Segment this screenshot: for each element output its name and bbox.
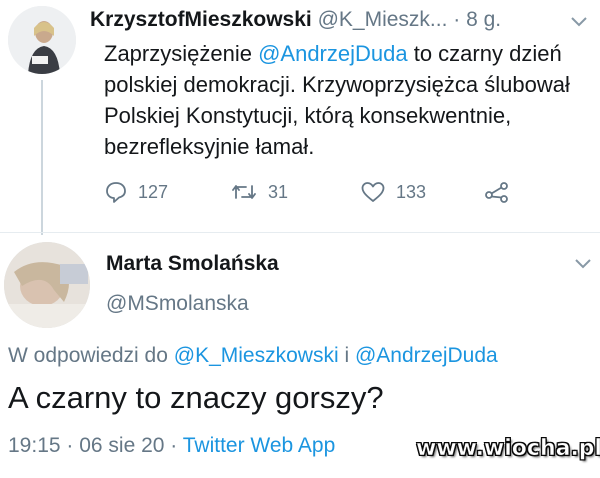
replying-to-user-1[interactable]: @K_Mieszkowski [174, 344, 339, 367]
replying-to: W odpowiedzi do @K_Mieszkowski i @Andrze… [8, 344, 498, 368]
tweet-time[interactable]: · 8 g. [453, 8, 501, 31]
reply-author-handle[interactable]: @MSmolanska [106, 292, 249, 316]
replying-to-prefix: W odpowiedzi do [8, 344, 174, 367]
author-name[interactable]: KrzysztofMieszkowski [90, 8, 312, 31]
like-count: 133 [396, 181, 427, 202]
thread-line [41, 80, 43, 235]
reply-count: 127 [138, 181, 169, 202]
reply-action[interactable]: 127 [104, 180, 168, 204]
reply-icon [104, 180, 128, 204]
divider [0, 232, 600, 233]
author-handle[interactable]: @K_Mieszk... [318, 8, 448, 31]
share-icon[interactable] [484, 180, 510, 209]
reply-author-name[interactable]: Marta Smolańska [106, 252, 279, 276]
tweet-meta: 19:15 · 06 sie 20 · Twitter Web App [8, 434, 335, 458]
source-link[interactable]: Twitter Web App [183, 434, 336, 457]
replying-to-user-2[interactable]: @AndrzejDuda [355, 344, 498, 367]
reply-author-avatar[interactable] [4, 242, 90, 328]
tweet-text-start: Zaprzysiężenie [104, 41, 259, 66]
retweet-icon [230, 180, 258, 204]
retweet-count: 31 [268, 181, 289, 202]
heart-icon [360, 180, 386, 204]
tweet-header: KrzysztofMieszkowski @K_Mieszk... · 8 g. [90, 8, 560, 36]
author-avatar[interactable] [8, 6, 76, 74]
chevron-down-icon[interactable] [574, 258, 592, 270]
retweet-action[interactable]: 31 [230, 180, 288, 204]
reply-text: A czarny to znaczy gorszy? [8, 380, 384, 415]
like-action[interactable]: 133 [360, 180, 426, 204]
timestamp[interactable]: 19:15 · 06 sie 20 · [8, 434, 183, 457]
chevron-down-icon[interactable] [570, 16, 588, 28]
watermark: www.wiocha.pl [416, 436, 600, 462]
replying-to-sep: i [338, 344, 355, 367]
tweet-text: Zaprzysiężenie @AndrzejDuda to czarny dz… [104, 38, 590, 162]
mention-link[interactable]: @AndrzejDuda [258, 41, 408, 66]
